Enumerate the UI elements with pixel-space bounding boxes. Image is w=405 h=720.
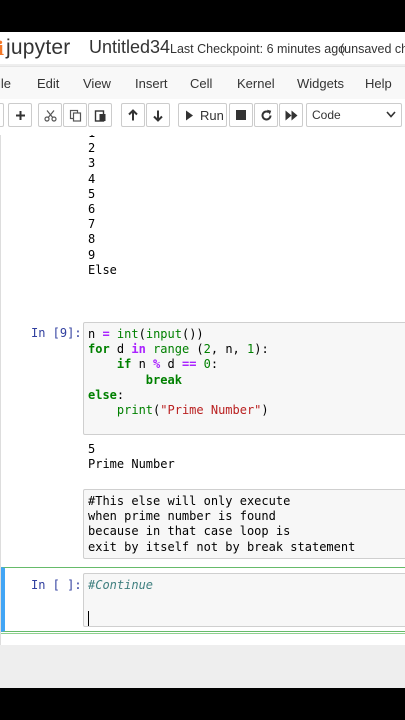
cell9-prompt: In [9]: bbox=[31, 326, 82, 340]
menu-edit[interactable]: Edit bbox=[37, 76, 59, 91]
restart-run-all-button[interactable] bbox=[279, 103, 303, 127]
stop-icon bbox=[236, 110, 246, 120]
markdown-cell[interactable]: #This else will only execute when prime … bbox=[83, 489, 405, 559]
cut-button[interactable] bbox=[38, 103, 62, 127]
output-line: 3 bbox=[88, 156, 96, 171]
menu-insert[interactable]: Insert bbox=[135, 76, 168, 91]
header: ℹ jupyter Untitled34 Last Checkpoint: 6 … bbox=[0, 32, 405, 64]
markdown-line: exit by itself not by break statement bbox=[88, 539, 356, 554]
output-line: Prime Number bbox=[88, 457, 175, 472]
cut-icon bbox=[43, 109, 57, 122]
notebook-bottom-border bbox=[1, 633, 405, 634]
chevron-down-icon bbox=[386, 111, 396, 118]
toolbar: Run Code bbox=[0, 99, 405, 136]
run-label: Run bbox=[200, 107, 224, 123]
output-line: 2 bbox=[88, 141, 96, 156]
cell-type-select[interactable]: Code bbox=[306, 103, 402, 127]
notebook-area: 1 2 3 4 5 6 7 8 9 Else In [9]: n = int(i… bbox=[0, 135, 405, 645]
notebook-title[interactable]: Untitled34 bbox=[89, 37, 170, 58]
menu-cell[interactable]: Cell bbox=[190, 76, 212, 91]
copy-icon bbox=[69, 109, 81, 122]
markdown-text: #This else will only execute when prime … bbox=[88, 494, 355, 555]
output-line: 9 bbox=[88, 247, 96, 262]
menu-file[interactable]: ile bbox=[0, 76, 11, 91]
cell9-output: 5 Prime Number bbox=[88, 442, 175, 472]
checkpoint-status: Last Checkpoint: 6 minutes ago bbox=[170, 42, 346, 56]
prev-cell-output: 1 2 3 4 5 6 7 8 9 Else bbox=[88, 135, 117, 278]
active-cell-code: #Continue bbox=[88, 578, 153, 593]
paste-icon bbox=[94, 109, 105, 122]
active-cell-editor[interactable]: #Continue bbox=[83, 573, 405, 627]
stop-button[interactable] bbox=[229, 103, 253, 127]
active-cell[interactable]: In [ ]: #Continue bbox=[1, 567, 405, 632]
output-line: Else bbox=[88, 262, 117, 277]
add-cell-icon bbox=[15, 110, 25, 120]
markdown-line: #This else will only execute bbox=[88, 494, 291, 508]
cell-type-value: Code bbox=[312, 108, 341, 122]
cell9-editor[interactable]: n = int(input()) for d in range (2, n, 1… bbox=[83, 322, 405, 435]
output-line: 8 bbox=[88, 232, 96, 247]
fast-forward-icon bbox=[285, 110, 297, 120]
copy-button[interactable] bbox=[63, 103, 87, 127]
cell9-code: n = int(input()) for d in range (2, n, 1… bbox=[88, 327, 269, 417]
move-up-button[interactable] bbox=[121, 103, 145, 127]
unsaved-status: (unsaved changes) bbox=[340, 42, 405, 56]
markdown-line: when prime number is found bbox=[88, 509, 276, 524]
output-line: 5 bbox=[88, 186, 96, 201]
add-cell-button[interactable] bbox=[8, 103, 32, 127]
menu-view[interactable]: View bbox=[83, 76, 111, 91]
output-line: 6 bbox=[88, 201, 96, 216]
move-down-icon bbox=[153, 110, 163, 122]
jupyter-logo[interactable]: jupyter bbox=[6, 36, 70, 60]
run-icon bbox=[186, 110, 193, 120]
menu-widgets[interactable]: Widgets bbox=[297, 76, 344, 91]
restart-icon bbox=[261, 109, 271, 120]
text-cursor bbox=[88, 611, 89, 626]
run-button[interactable]: Run bbox=[178, 103, 227, 127]
output-line: 7 bbox=[88, 217, 96, 232]
move-up-icon bbox=[128, 108, 138, 120]
move-down-button[interactable] bbox=[146, 103, 170, 127]
menu-kernel[interactable]: Kernel bbox=[237, 76, 275, 91]
menubar: ile Edit View Insert Cell Kernel Widgets… bbox=[0, 66, 405, 100]
markdown-line: because in that case loop is bbox=[88, 524, 291, 539]
output-line: 5 bbox=[88, 442, 96, 456]
restart-button[interactable] bbox=[254, 103, 278, 127]
paste-button[interactable] bbox=[88, 103, 112, 127]
jupyter-window: ℹ jupyter Untitled34 Last Checkpoint: 6 … bbox=[0, 32, 405, 688]
save-button[interactable] bbox=[0, 103, 4, 127]
output-line: 4 bbox=[88, 171, 96, 186]
active-cell-prompt: In [ ]: bbox=[31, 578, 82, 592]
menu-help[interactable]: Help bbox=[365, 76, 392, 91]
jupyter-logo-icon: ℹ bbox=[0, 38, 5, 60]
active-comment: #Continue bbox=[88, 578, 154, 592]
